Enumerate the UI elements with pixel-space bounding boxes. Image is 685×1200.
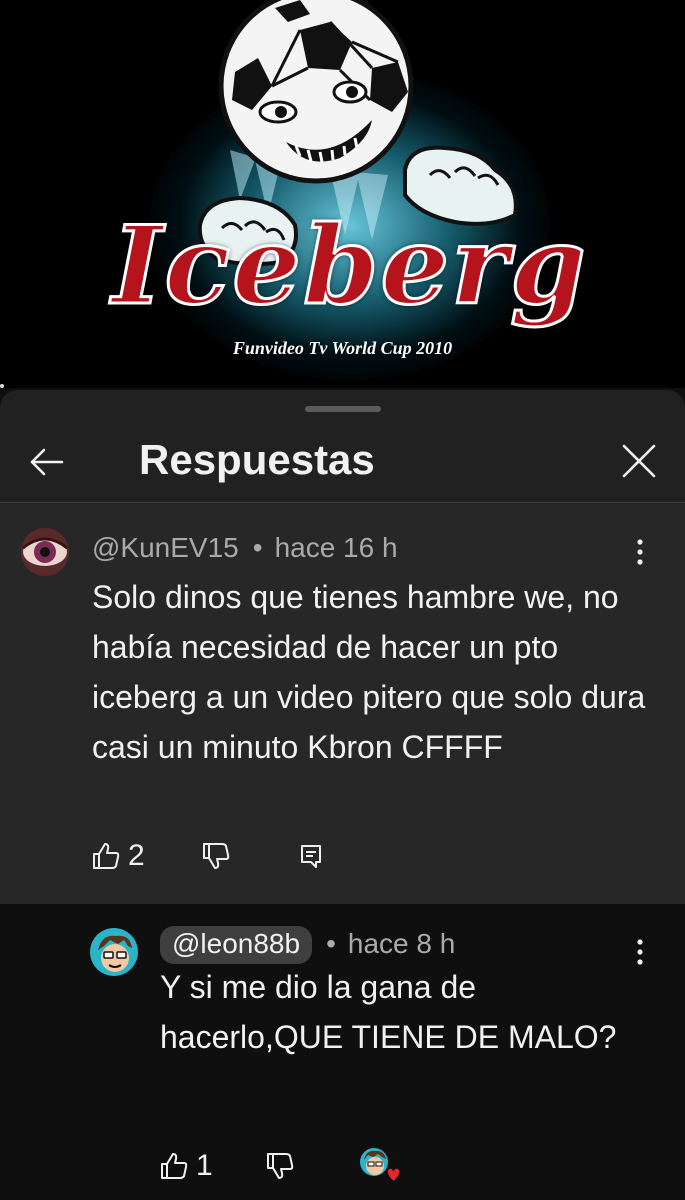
comment-author-chip[interactable]: @leon88b bbox=[160, 926, 313, 964]
arrow-left-icon bbox=[30, 448, 64, 476]
comment-time: hace 8 h bbox=[347, 928, 456, 959]
panel-title: Respuestas bbox=[139, 436, 375, 483]
comment-text: Y si me dio la gana de hacerlo,QUE TIENE… bbox=[160, 969, 617, 1055]
close-button[interactable] bbox=[616, 438, 662, 484]
like-button[interactable]: 2 bbox=[90, 834, 145, 878]
like-count: 1 bbox=[196, 1149, 213, 1182]
comment-author[interactable]: @KunEV15 bbox=[92, 532, 239, 563]
thumbs-down-icon bbox=[267, 1153, 294, 1179]
heart-icon bbox=[360, 1148, 401, 1184]
comment-time: hace 16 h bbox=[274, 532, 398, 563]
drag-handle[interactable] bbox=[305, 406, 381, 412]
thumbs-up-icon bbox=[93, 843, 120, 869]
replies-panel: Respuestas @KunEV15 • hace 16 h Solo din… bbox=[0, 390, 685, 1200]
reply-comment: @leon88b • hace 8 h Y si me dio la gana de… bbox=[0, 904, 685, 1200]
kebab-menu-icon bbox=[637, 539, 643, 565]
meta-separator: • bbox=[252, 532, 263, 563]
reply-comment-icon bbox=[301, 845, 321, 868]
thumbs-down-icon bbox=[203, 843, 230, 869]
like-button[interactable]: 1 bbox=[158, 1144, 213, 1188]
logo-iceberg-text: Iceberg bbox=[111, 203, 588, 329]
comment-text: Solo dinos que tienes hambre we, no habí… bbox=[92, 579, 646, 765]
parent-comment: @KunEV15 • hace 16 h Solo dinos que tienes… bbox=[0, 504, 685, 904]
avatar-eye-image bbox=[21, 528, 69, 576]
back-button[interactable] bbox=[24, 440, 68, 484]
reply-button[interactable] bbox=[296, 834, 326, 878]
video-player[interactable]: Iceberg Funvideo Tv World Cup 2010 bbox=[0, 0, 685, 388]
avatar-cartoon-face bbox=[90, 928, 138, 976]
logo-subtitle: Funvideo Tv World Cup 2010 bbox=[232, 338, 453, 358]
soccer-ball-mascot bbox=[197, 0, 518, 267]
video-progress-bar[interactable] bbox=[0, 384, 4, 388]
avatar[interactable] bbox=[90, 928, 138, 976]
like-count: 2 bbox=[128, 839, 145, 872]
header-divider bbox=[0, 502, 685, 503]
dislike-button[interactable] bbox=[200, 834, 232, 878]
comment-meta: @KunEV15 • hace 16 h bbox=[92, 532, 398, 564]
avatar[interactable] bbox=[21, 528, 69, 576]
panel-header: Respuestas bbox=[0, 420, 685, 504]
dislike-button[interactable] bbox=[264, 1144, 296, 1188]
meta-separator: • bbox=[326, 928, 336, 959]
creator-heart-badge bbox=[358, 1146, 401, 1186]
more-options-button[interactable] bbox=[626, 532, 654, 572]
comment-meta: @leon88b • hace 8 h bbox=[160, 926, 455, 964]
close-icon bbox=[622, 444, 656, 478]
thumbs-up-icon bbox=[161, 1153, 188, 1179]
